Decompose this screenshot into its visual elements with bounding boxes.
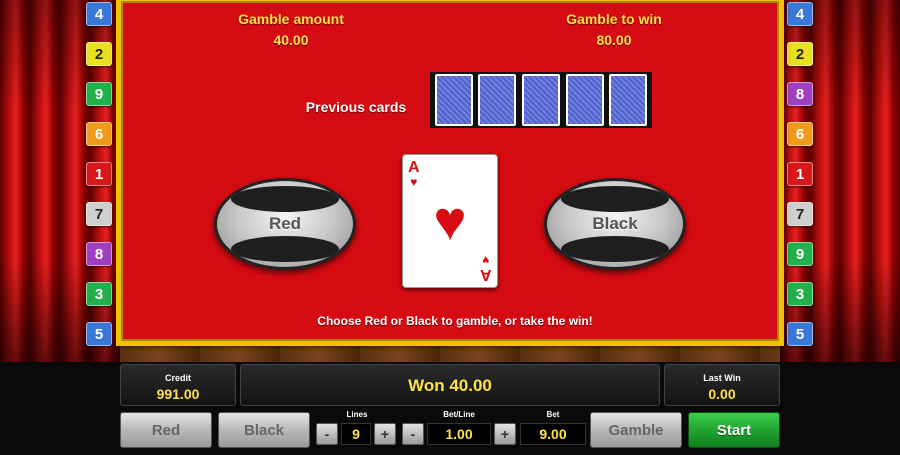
lines-label: Lines <box>346 410 368 419</box>
right-line-number-badge: 4 <box>787 2 813 26</box>
last-win-value: 0.00 <box>708 386 736 402</box>
gamble-to-win-value: 80.00 <box>596 32 632 48</box>
gamble-button[interactable]: Gamble <box>590 412 682 448</box>
previous-card-back <box>521 74 560 126</box>
left-line-number-badge: 4 <box>86 2 112 26</box>
gamble-amount-label: Gamble amount <box>238 11 344 27</box>
left-line-number-badge: 5 <box>86 322 112 346</box>
card-rank-bottom: A <box>480 266 492 283</box>
left-line-number-badge: 9 <box>86 82 112 106</box>
instruction-text: Choose Red or Black to gamble, or take t… <box>317 314 593 328</box>
last-win-display: Last Win 0.00 <box>664 364 780 406</box>
left-line-number-badge: 2 <box>86 42 112 66</box>
right-line-number-badge: 1 <box>787 162 813 186</box>
gamble-amount-value: 40.00 <box>273 32 309 48</box>
left-line-number-badge: 6 <box>86 122 112 146</box>
betline-minus-button[interactable]: - <box>402 423 424 445</box>
left-line-number-badge: 1 <box>86 162 112 186</box>
start-label: Start <box>716 421 752 439</box>
betline-value: 1.00 <box>427 423 491 445</box>
left-line-number-badge: 8 <box>86 242 112 266</box>
current-card: A ♥ ♥ A ♥ <box>402 154 498 288</box>
card-rank-top: A <box>408 159 420 176</box>
right-line-number-badge: 7 <box>787 202 813 226</box>
bet-label: Bet <box>546 410 560 419</box>
red-gamble-button[interactable]: Red <box>214 178 356 270</box>
message-display: Won 40.00 <box>240 364 660 406</box>
heart-icon: ♥ <box>482 253 490 267</box>
left-line-number-badge: 7 <box>86 202 112 226</box>
black-gamble-button[interactable]: Black <box>544 178 686 270</box>
start-button[interactable]: Start <box>688 412 780 448</box>
lines-value: 9 <box>341 423 371 445</box>
gamble-to-win-label: Gamble to win <box>566 11 662 27</box>
previous-cards-label: Previous cards <box>305 99 407 115</box>
right-line-number-badge: 3 <box>787 282 813 306</box>
right-line-number-badge: 9 <box>787 242 813 266</box>
card-corner-bottom: A ♥ <box>480 253 492 283</box>
previous-card-back <box>609 74 648 126</box>
betline-plus-button[interactable]: + <box>494 423 516 445</box>
red-button[interactable]: Red <box>120 412 212 448</box>
last-win-label: Last Win <box>703 373 741 383</box>
previous-cards-row <box>430 72 652 128</box>
previous-card-back <box>565 74 604 126</box>
betline-label: Bet/Line <box>443 410 475 419</box>
red-gamble-label: Red <box>268 214 302 233</box>
lines-minus-button[interactable]: - <box>316 423 338 445</box>
black-button[interactable]: Black <box>218 412 310 448</box>
credit-label: Credit <box>164 373 191 383</box>
right-line-number-badge: 2 <box>787 42 813 66</box>
previous-card-back <box>478 74 517 126</box>
card-corner-top: A ♥ <box>408 159 420 190</box>
lines-plus-button[interactable]: + <box>374 423 396 445</box>
card-center-heart-icon: ♥ <box>433 189 467 252</box>
right-line-number-badge: 6 <box>787 122 813 146</box>
control-bar: Credit 991.00 Won 40.00 Last Win 0.00 Re… <box>0 362 900 455</box>
previous-card-back <box>434 74 473 126</box>
credit-display: Credit 991.00 <box>120 364 236 406</box>
right-line-number-badge: 8 <box>787 82 813 106</box>
credit-value: 991.00 <box>156 386 200 402</box>
right-line-number-badge: 5 <box>787 322 813 346</box>
bet-value: 9.00 <box>520 423 586 445</box>
heart-icon: ♥ <box>410 175 418 189</box>
black-gamble-label: Black <box>592 214 638 233</box>
win-message: Won 40.00 <box>408 376 492 395</box>
left-line-number-badge: 3 <box>86 282 112 306</box>
